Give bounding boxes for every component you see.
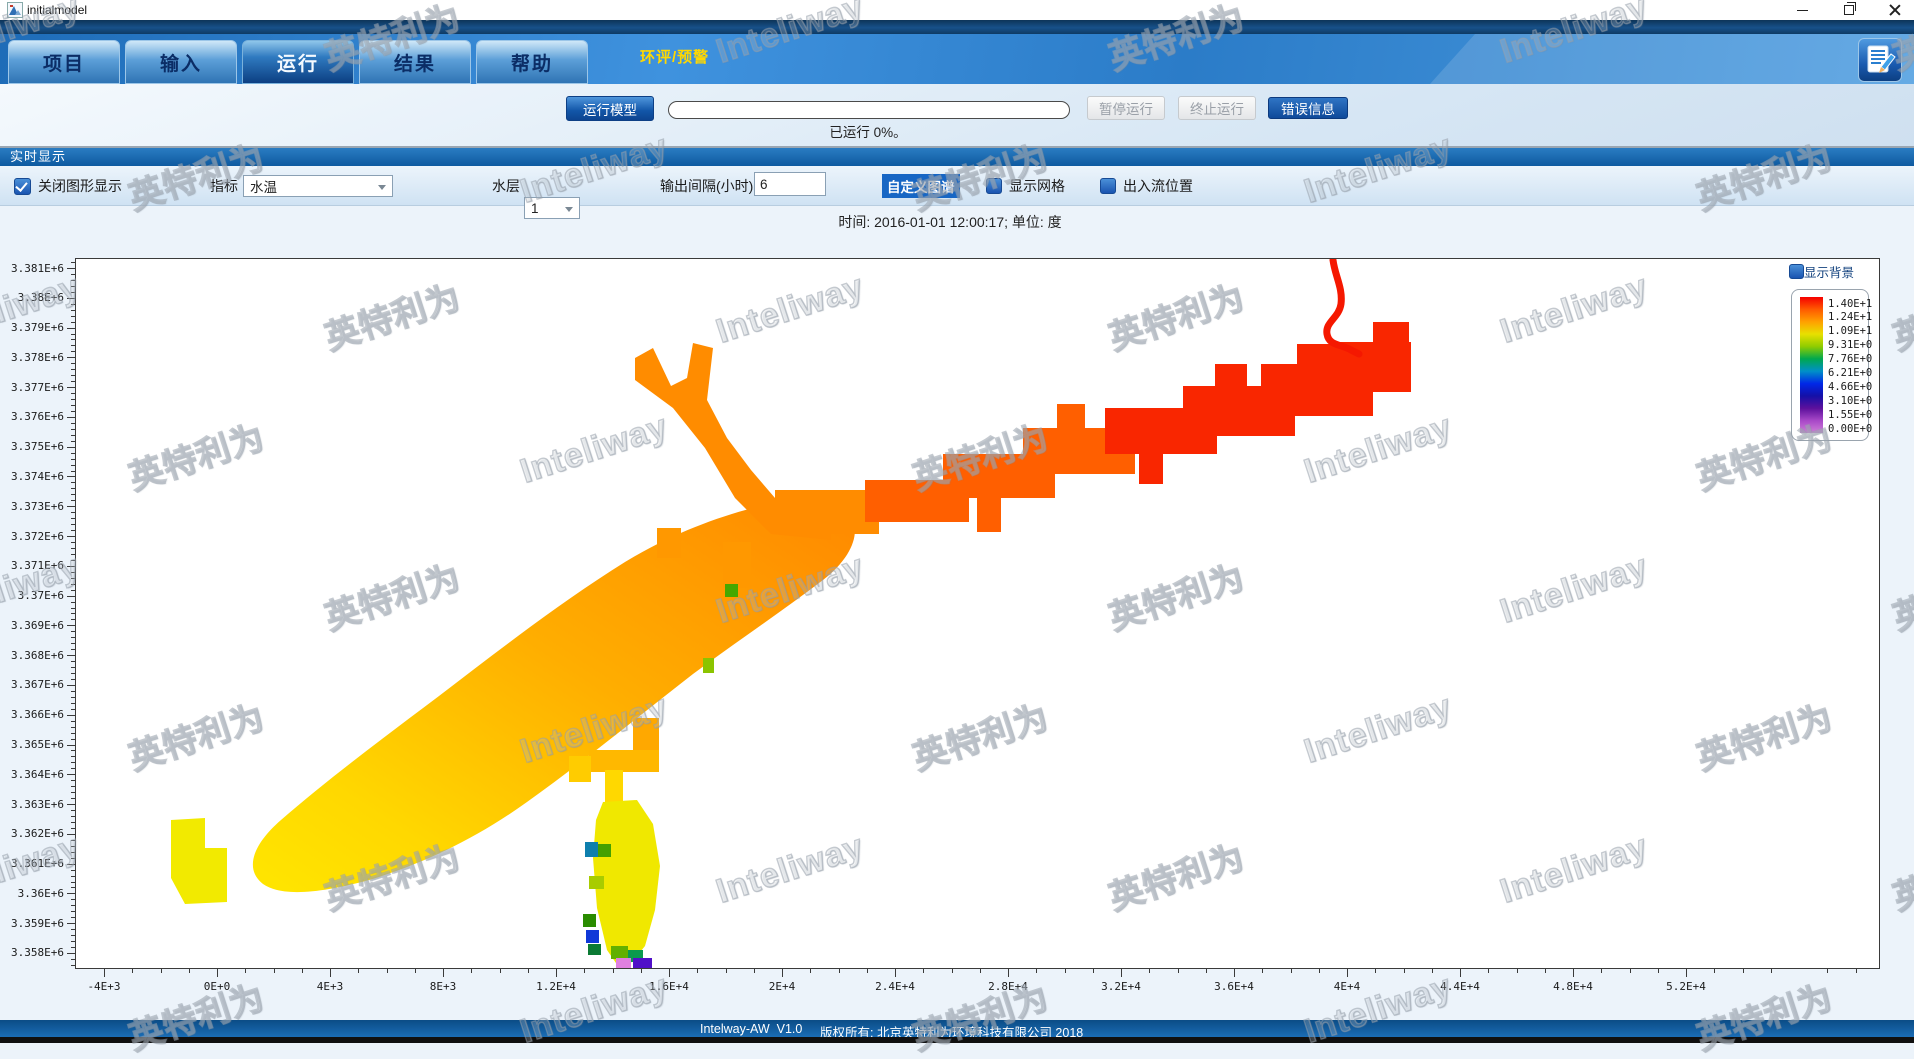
plot-axes [0,0,1914,1043]
legend-value: 0.00E+0 [1828,423,1872,435]
legend-value: 6.21E+0 [1828,367,1872,379]
legend-value: 4.66E+0 [1828,381,1872,393]
legend-value: 1.40E+1 [1828,298,1872,310]
legend-value: 1.55E+0 [1828,409,1872,421]
legend-color-scale [1800,297,1823,433]
legend-value: 1.09E+1 [1828,325,1872,337]
legend-value: 9.31E+0 [1828,339,1872,351]
legend-value: 1.24E+1 [1828,311,1872,323]
legend-value: 3.10E+0 [1828,395,1872,407]
show-background-checkbox[interactable] [1789,264,1804,279]
legend-value: 7.76E+0 [1828,353,1872,365]
app-window: { "window": { "title": "initialmodel", "… [0,0,1914,1043]
show-background-label: 显示背景 [1804,262,1854,281]
legend-toggle: 显示背景 [1789,262,1854,281]
